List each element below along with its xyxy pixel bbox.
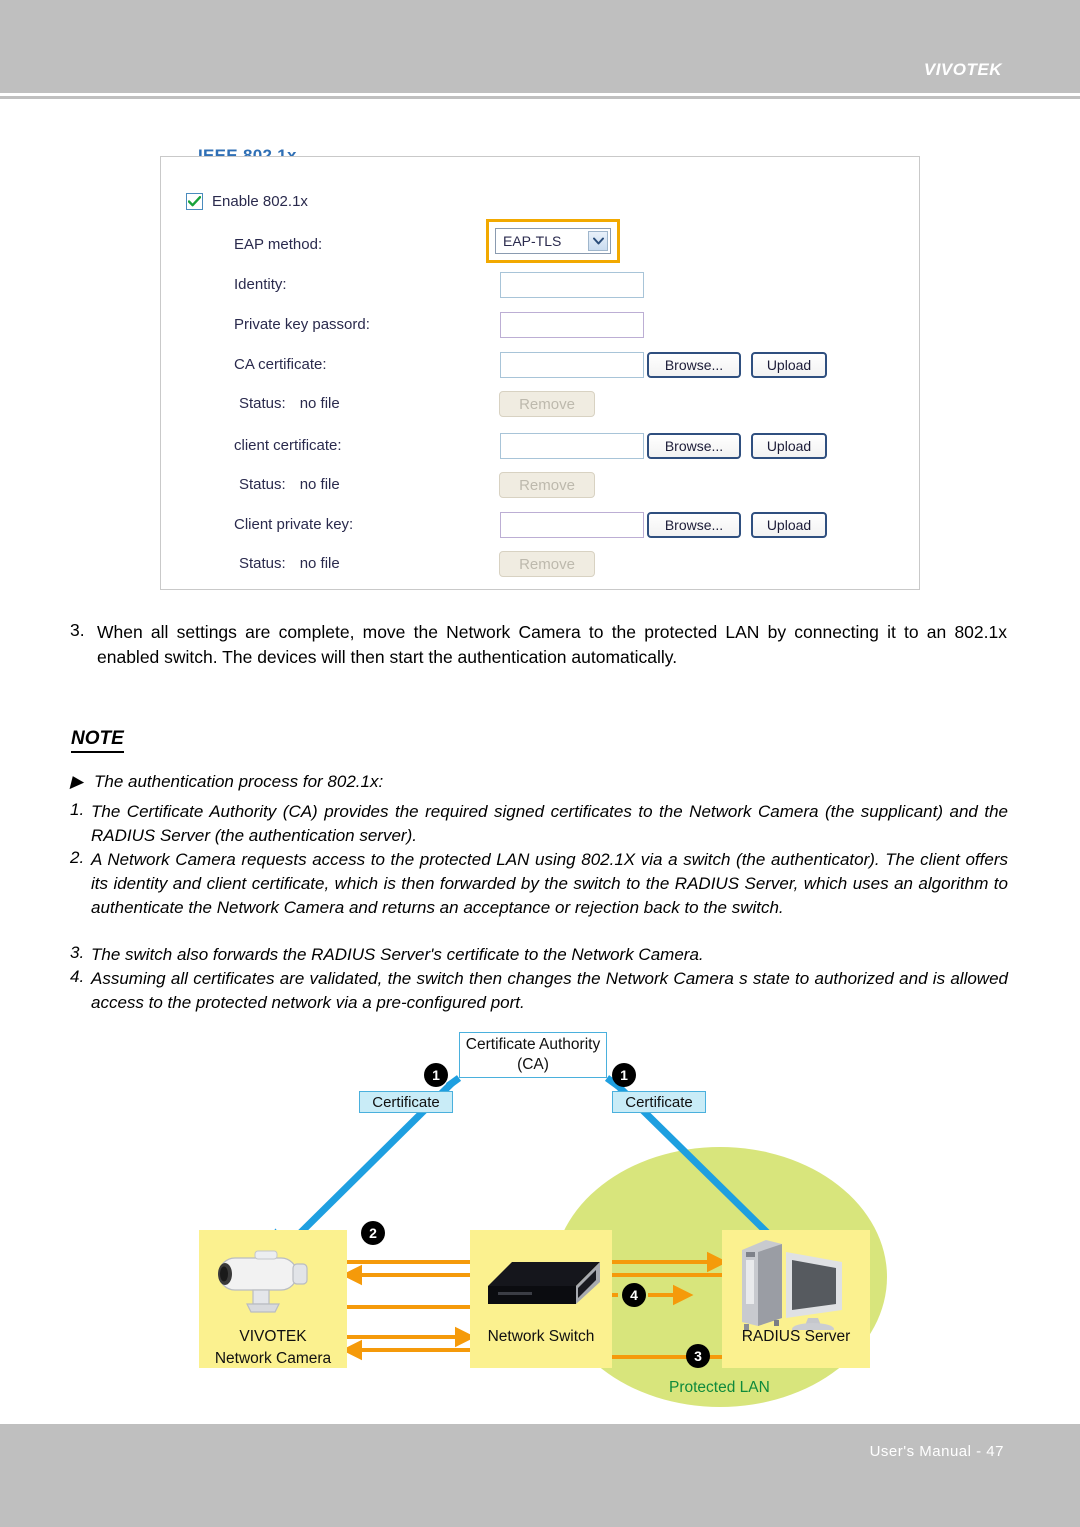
- step-badge-1-left: 1: [424, 1063, 448, 1087]
- field-row-private-key-password: Private key passord:: [161, 312, 919, 342]
- client-certificate-status-value: no file: [299, 476, 340, 493]
- ca-certificate-file-input[interactable]: [500, 352, 644, 378]
- ca-certificate-status: Status: no file: [239, 395, 340, 412]
- enable-8021x-checkbox[interactable]: [186, 193, 203, 210]
- certificate-chip-right: Certificate: [612, 1091, 706, 1113]
- client-certificate-upload-button[interactable]: Upload: [751, 433, 827, 459]
- client-certificate-browse-button[interactable]: Browse...: [647, 433, 741, 459]
- enable-8021x-row[interactable]: Enable 802.1x: [186, 193, 308, 210]
- client-certificate-file-input[interactable]: [500, 433, 644, 459]
- network-switch-node: [470, 1230, 612, 1368]
- note-item-2-number: 2.: [70, 848, 85, 867]
- ca-certificate-status-label: Status:: [239, 395, 286, 412]
- network-switch-icon: [488, 1262, 600, 1304]
- note-item-3-text: The switch also forwards the RADIUS Serv…: [91, 945, 704, 964]
- client-certificate-label: client certificate:: [234, 437, 342, 454]
- client-private-key-remove-button[interactable]: Remove: [499, 551, 595, 577]
- check-icon: [188, 196, 201, 207]
- ieee-8021x-settings-panel: Enable 802.1x EAP method: EAP-TLS Identi…: [160, 156, 920, 590]
- note-item-2-text: A Network Camera requests access to the …: [91, 850, 1008, 917]
- note-item-1-text: The Certificate Authority (CA) provides …: [91, 802, 1008, 845]
- client-certificate-status: Status: no file: [239, 476, 340, 493]
- client-certificate-remove-button[interactable]: Remove: [499, 472, 595, 498]
- page-header-band: [0, 0, 1080, 93]
- eap-method-highlight: EAP-TLS: [486, 219, 620, 263]
- vivotek-wordmark: VIVOTEK: [923, 60, 1002, 79]
- protected-lan-label: Protected LAN: [669, 1379, 770, 1396]
- field-row-client-certificate: client certificate: Browse... Upload: [161, 433, 919, 463]
- page-footer-band: [0, 1424, 1080, 1527]
- note-item-1-number: 1.: [70, 800, 85, 819]
- ca-box-line-2: (CA): [517, 1056, 549, 1073]
- field-row-identity: Identity:: [161, 272, 919, 302]
- camera-caption-network-camera: Network Camera: [214, 1350, 332, 1367]
- network-camera-icon: [218, 1250, 308, 1313]
- note-bullet-text: The authentication process for 802.1x:: [94, 772, 384, 791]
- ca-certificate-browse-button[interactable]: Browse...: [647, 352, 741, 378]
- step-3-number: 3.: [70, 620, 85, 640]
- field-row-ca-certificate: CA certificate: Browse... Upload: [161, 352, 919, 382]
- eap-method-selected-value: EAP-TLS: [503, 233, 562, 249]
- step-badge-3: 3: [686, 1344, 710, 1368]
- client-private-key-label: Client private key:: [234, 516, 354, 533]
- step-badge-4: 4: [622, 1283, 646, 1307]
- ca-certificate-status-value: no file: [299, 395, 340, 412]
- status-row-client-certificate: Status: no file Remove: [161, 472, 919, 502]
- note-bullet-icon: ▶: [70, 772, 84, 791]
- step-3-text: When all settings are complete, move the…: [97, 622, 1007, 667]
- radius-server-node: [722, 1230, 870, 1368]
- client-private-key-file-input[interactable]: [500, 512, 644, 538]
- step-badge-1-right: 1: [612, 1063, 636, 1087]
- ca-certificate-label: CA certificate:: [234, 356, 327, 373]
- client-private-key-browse-button[interactable]: Browse...: [647, 512, 741, 538]
- switch-caption: Network Switch: [487, 1328, 595, 1345]
- private-key-password-input[interactable]: [500, 312, 644, 338]
- ca-box-line-1: Certificate Authority: [465, 1036, 601, 1053]
- eap-method-label: EAP method:: [234, 236, 323, 253]
- note-heading: NOTE: [71, 728, 124, 753]
- certificate-chip-left: Certificate: [359, 1091, 453, 1113]
- eap-method-select[interactable]: EAP-TLS: [495, 228, 611, 254]
- client-private-key-status: Status: no file: [239, 555, 340, 572]
- chevron-down-icon[interactable]: [588, 231, 608, 251]
- radius-caption: RADIUS Server: [741, 1328, 851, 1345]
- ca-certificate-remove-button[interactable]: Remove: [499, 391, 595, 417]
- client-private-key-upload-button[interactable]: Upload: [751, 512, 827, 538]
- radius-server-icon: [742, 1240, 842, 1335]
- field-row-eap-method: EAP method: EAP-TLS: [161, 219, 919, 263]
- private-key-password-label: Private key passord:: [234, 316, 370, 333]
- footer-page-label: User's Manual - 47: [869, 1443, 1004, 1460]
- chevron-down-glyph: [592, 237, 604, 245]
- ca-certificate-upload-button[interactable]: Upload: [751, 352, 827, 378]
- note-item-3-number: 3.: [70, 943, 85, 962]
- client-private-key-status-label: Status:: [239, 555, 286, 572]
- client-private-key-status-value: no file: [299, 555, 340, 572]
- note-item-4-text: Assuming all certificates are validated,…: [91, 969, 1008, 1012]
- enable-8021x-label: Enable 802.1x: [212, 193, 308, 210]
- blue-arrow-ca-left-stub: [445, 1075, 462, 1089]
- field-row-client-private-key: Client private key: Browse... Upload: [161, 512, 919, 542]
- camera-caption-vivotek: VIVOTEK: [239, 1328, 307, 1345]
- identity-input[interactable]: [500, 272, 644, 298]
- header-rule: [0, 96, 1080, 99]
- status-row-client-private-key: Status: no file Remove: [161, 551, 919, 581]
- client-certificate-status-label: Status:: [239, 476, 286, 493]
- certificate-authority-box: Certificate Authority (CA): [459, 1032, 607, 1078]
- step-badge-2: 2: [361, 1221, 385, 1245]
- note-item-4-number: 4.: [70, 967, 85, 986]
- status-row-ca-certificate: Status: no file Remove: [161, 391, 919, 421]
- identity-label: Identity:: [234, 276, 287, 293]
- network-camera-node: [199, 1230, 347, 1368]
